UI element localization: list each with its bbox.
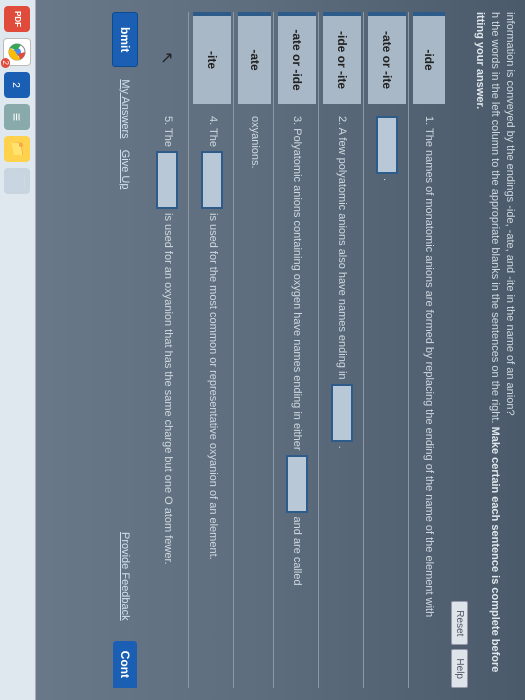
sentence-5: 5. The is used for an oxyanion that has …	[148, 110, 186, 688]
sentence-3-text-c: oxyanions.	[246, 116, 263, 169]
drag-item-ate-or-ite[interactable]: -ate or -ite	[368, 12, 406, 104]
separator	[233, 12, 234, 688]
blank-2[interactable]	[331, 384, 353, 442]
sentence-5-text-b: is used for an oxyanion that has the sam…	[159, 213, 176, 565]
sentence-5-text-a: 5. The	[159, 116, 176, 147]
taskbar: PDF 2 ≡ 📁 🗔	[0, 0, 36, 700]
app-icon-2[interactable]: ≡	[5, 104, 31, 130]
provide-feedback-link[interactable]: Provide Feedback	[119, 532, 131, 621]
drag-item-ite[interactable]: -ite	[193, 12, 231, 104]
sentence-4-text-a: 4. The	[204, 116, 221, 147]
drag-item-ide[interactable]: -ide	[413, 12, 446, 104]
blank-5[interactable]	[156, 151, 178, 209]
sentence-2-text-b: .	[334, 446, 351, 449]
separator	[318, 12, 319, 688]
sentence-2: 2. A few polyatomic anions also have nam…	[323, 110, 361, 688]
sentence-1-cont: .	[368, 110, 406, 688]
sentence-2-text-a: 2. A few polyatomic anions also have nam…	[334, 116, 351, 380]
sentence-3-cont: oxyanions.	[238, 110, 271, 688]
give-up-link[interactable]: Give Up	[119, 150, 131, 190]
blank-4[interactable]	[201, 151, 223, 209]
reset-button[interactable]: Reset	[451, 601, 468, 645]
sentence-3: 3. Polyatomic anions containing oxygen h…	[278, 110, 316, 688]
sentence-4: 4. The is used for the most common or re…	[193, 110, 231, 688]
app-icon-4[interactable]: 🗔	[5, 168, 31, 194]
submit-button[interactable]: bmit	[112, 12, 138, 67]
help-button[interactable]: Help	[451, 649, 468, 688]
instruction-line-3b: itting your answer.	[474, 12, 486, 109]
sentence-1-text-a: 1. The names of monatomic anions are for…	[421, 116, 438, 617]
instruction-line-2b: Make certain each sentence is complete b…	[489, 427, 501, 673]
my-answers-link[interactable]: My Answers	[119, 79, 131, 138]
chrome-icon[interactable]	[4, 38, 32, 66]
cursor-icon: ↖	[157, 51, 177, 64]
blank-3a[interactable]	[286, 455, 308, 513]
drag-item-ide-or-ite[interactable]: -ide or -ite	[323, 12, 361, 104]
instruction-line-2a: h the words in the left column to the ap…	[489, 12, 501, 427]
sentence-1: 1. The names of monatomic anions are for…	[413, 110, 446, 688]
blank-1[interactable]	[376, 116, 398, 174]
sentence-3-text-b: and are called	[289, 517, 306, 586]
sentence-3-text-a: 3. Polyatomic anions containing oxygen h…	[289, 116, 306, 451]
svg-text:2: 2	[11, 82, 22, 88]
pdf-icon[interactable]: PDF	[5, 6, 31, 32]
separator	[363, 12, 364, 688]
drag-item-ate-or-ide[interactable]: -ate or -ide	[278, 12, 316, 104]
app-icon-3[interactable]: 📁	[5, 136, 31, 162]
app-icon-1[interactable]: 2	[5, 72, 31, 98]
sentence-4-text-b: is used for the most common or represent…	[204, 213, 221, 560]
instruction-line-1: information is conveyed by the endings -…	[504, 12, 516, 416]
sentence-1-text-b: .	[379, 178, 396, 181]
separator	[188, 12, 189, 688]
separator	[408, 12, 409, 688]
drag-item-ate[interactable]: -ate	[238, 12, 271, 104]
continue-button[interactable]: Cont	[113, 641, 137, 688]
separator	[273, 12, 274, 688]
